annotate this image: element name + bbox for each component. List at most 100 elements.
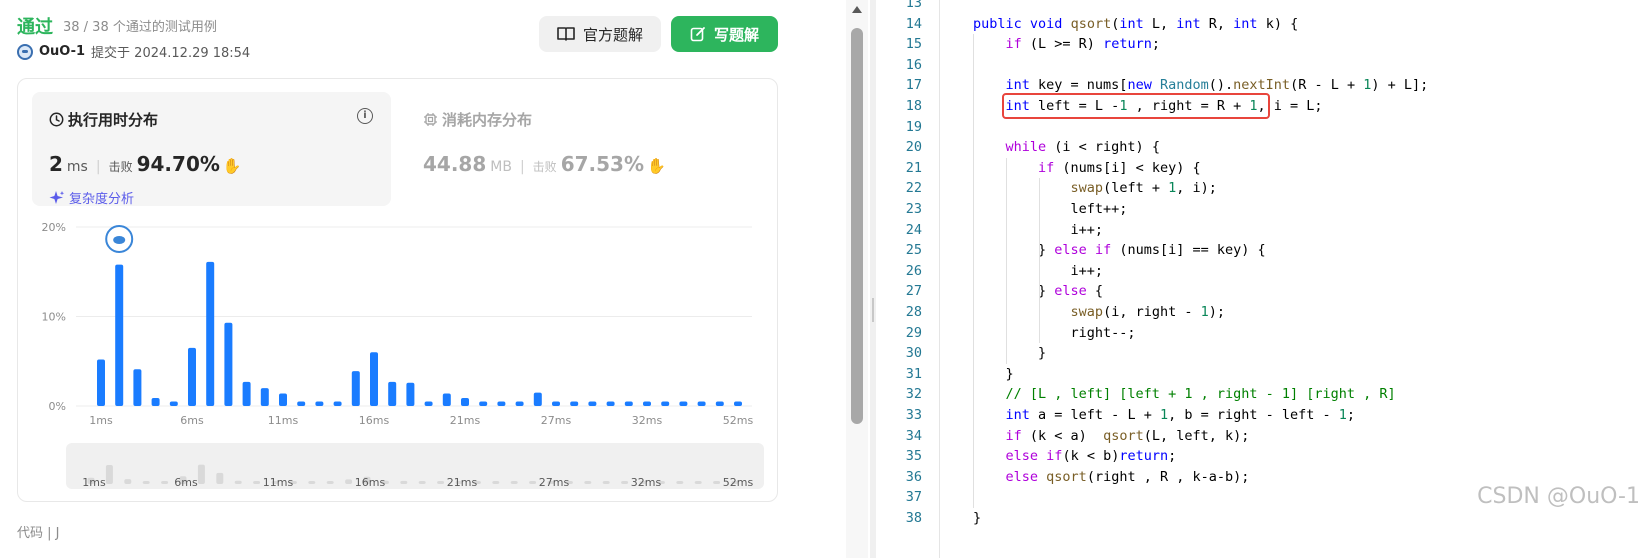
code-line[interactable]: public void qsort(int L, int R, int k) {: [973, 14, 1298, 35]
line-number: 19: [905, 118, 922, 135]
indent-guide: [1006, 157, 1007, 364]
performance-card: 执行用时分布 i 2 ms | 击败 94.70% ✋ 复杂度分析 消耗内存分布…: [17, 78, 778, 502]
code-line[interactable]: // [L , left] [left + 1 , right - 1] [ri…: [973, 384, 1396, 405]
divider-handle[interactable]: [872, 298, 874, 322]
code-line[interactable]: else if(k < b)return;: [973, 446, 1177, 467]
line-number: 32: [905, 386, 922, 403]
code-line[interactable]: swap(left + 1, i);: [973, 178, 1217, 199]
user-avatar[interactable]: [17, 43, 33, 60]
official-solution-label: 官方题解: [582, 25, 643, 44]
overview-bar: [400, 480, 408, 484]
watermark: CSDN @OuO-1: [1477, 484, 1640, 509]
code-editor[interactable]: 13 14 15 16 17 18 19 20 21 22 23 24 25 26 27 28 29 30 31 32…: [878, 0, 1652, 558]
overview-tick-label: 6ms: [174, 476, 198, 489]
x-tick-label: 6ms: [180, 414, 204, 427]
distribution-bar: [734, 401, 742, 406]
overview-bar: [308, 481, 316, 484]
overview-tick-label: 32ms: [631, 476, 662, 489]
line-number: 27: [905, 283, 922, 300]
overview-tick-label: 16ms: [355, 476, 386, 489]
distribution-bar: [497, 401, 506, 406]
code-line[interactable]: else qsort(right , R , k-a-b);: [973, 467, 1250, 488]
book-icon: [557, 27, 575, 41]
code-line[interactable]: }: [973, 343, 1046, 364]
distribution-bar: [97, 359, 105, 406]
line-number: 14: [905, 15, 922, 32]
distribution-bar: [552, 401, 560, 406]
distribution-bar: [151, 397, 160, 406]
distribution-bar: [661, 401, 670, 406]
y-tick-label: 20%: [42, 221, 66, 234]
code-line[interactable]: if (nums[i] < key) {: [973, 158, 1201, 179]
line-number: 31: [905, 365, 922, 382]
distribution-bar: [442, 393, 451, 406]
line-number: 20: [905, 139, 922, 156]
distribution-bar: [206, 261, 215, 406]
distribution-bar: [515, 401, 524, 406]
line-number: 30: [905, 345, 922, 362]
line-number: 16: [905, 56, 922, 73]
overview-bar: [216, 472, 224, 484]
code-line[interactable]: left++;: [973, 199, 1128, 220]
line-number: 38: [905, 510, 922, 526]
scroll-up-arrow-icon[interactable]: [852, 6, 862, 13]
line-number: 18: [905, 98, 922, 114]
avatar-face-icon: [113, 236, 126, 244]
scroll-thumb[interactable]: [851, 28, 863, 424]
distribution-bar: [479, 401, 488, 406]
code-line[interactable]: while (i < right) {: [973, 137, 1160, 158]
overview-bar: [234, 480, 242, 484]
distribution-bar: [315, 401, 324, 406]
distribution-bar: [424, 401, 433, 406]
overview-bar: [142, 481, 150, 484]
user-name[interactable]: OuO-1: [39, 44, 85, 59]
line-number: 28: [905, 304, 922, 320]
line-number: 23: [905, 201, 922, 217]
x-tick-label: 1ms: [89, 414, 113, 427]
submitter-row: OuO-1 提交于 2024.12.29 18:54: [17, 42, 250, 61]
x-tick-label: 32ms: [632, 414, 663, 427]
line-number: 33: [905, 407, 922, 423]
distribution-bar: [188, 347, 196, 406]
overview-bar: [694, 481, 702, 484]
line-number: 29: [905, 324, 922, 341]
distribution-bar: [461, 397, 469, 406]
line-number: 21: [905, 159, 922, 176]
distribution-bar: [715, 401, 724, 406]
distribution-bar: [279, 393, 287, 406]
overview-bar: [713, 481, 721, 484]
distribution-bar: [260, 388, 269, 406]
line-number-gutter: 13 14 15 16 17 18 19 20 21 22 23 24 25 26 27 28 29 30 31 32…: [878, 0, 940, 558]
overview-bar: [161, 481, 169, 484]
overview-tick-label: 27ms: [539, 476, 570, 489]
official-solution-button[interactable]: 官方题解: [539, 16, 661, 52]
overview-bar: [676, 481, 684, 484]
code-line[interactable]: int a = left - L + 1, b = right - left -…: [973, 405, 1356, 426]
overview-bar: [584, 481, 592, 484]
panel-divider[interactable]: [870, 0, 876, 558]
code-line[interactable]: swap(i, right - 1);: [973, 302, 1225, 323]
distribution-bar: [115, 264, 124, 406]
write-solution-button[interactable]: 写题解: [671, 16, 778, 52]
y-tick-label: 0%: [49, 400, 66, 413]
edit-icon: [690, 27, 705, 42]
overview-tick-label: 52ms: [723, 476, 754, 489]
code-line[interactable]: }: [973, 508, 981, 529]
code-line[interactable]: if (L >= R) return;: [973, 34, 1160, 55]
line-number: 15: [905, 36, 922, 53]
code-line[interactable]: }: [973, 364, 1014, 385]
code-line[interactable]: if (k < a) qsort(L, left, k);: [973, 426, 1250, 447]
x-tick-label: 16ms: [359, 414, 390, 427]
distribution-bar: [606, 401, 615, 406]
line-number: 17: [905, 77, 922, 94]
distribution-bar: [588, 401, 597, 406]
distribution-bar: [406, 382, 415, 406]
left-panel-scrollbar[interactable]: [846, 0, 868, 558]
code-line[interactable]: } else if (nums[i] == key) {: [973, 240, 1266, 261]
code-line[interactable]: right--;: [973, 323, 1136, 344]
indent-guide: [1039, 178, 1040, 344]
runtime-distribution-chart[interactable]: 20% 10% 0% 1ms 6ms 11ms 16ms 21ms 27ms 32ms 52ms 1m…: [18, 79, 779, 503]
distribution-bar: [133, 369, 142, 406]
overview-bar: [124, 479, 132, 484]
distribution-bar: [333, 401, 342, 406]
